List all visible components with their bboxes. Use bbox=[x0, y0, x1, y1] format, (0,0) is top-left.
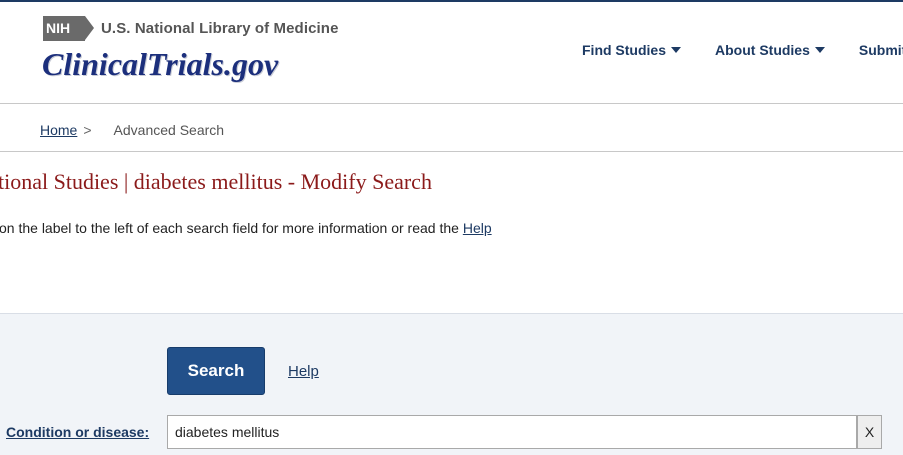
breadcrumb-divider bbox=[0, 151, 903, 152]
main-nav: Find Studies About Studies Submit bbox=[582, 42, 903, 58]
condition-input[interactable]: diabetes mellitus bbox=[167, 415, 857, 449]
top-border bbox=[0, 0, 903, 2]
clinicaltrials-logo[interactable]: ClinicalTrials.gov bbox=[42, 46, 278, 83]
condition-label[interactable]: Condition or disease: bbox=[6, 424, 149, 440]
header-divider bbox=[0, 103, 903, 104]
clear-condition-button[interactable]: X bbox=[857, 415, 882, 449]
nih-nlm-logo[interactable]: NIH U.S. National Library of Medicine bbox=[43, 16, 339, 41]
instruction-body: on the label to the left of each search … bbox=[0, 220, 463, 236]
instruction-text: on the label to the left of each search … bbox=[0, 220, 492, 236]
breadcrumb-current: Advanced Search bbox=[113, 122, 225, 138]
nih-badge-icon: NIH bbox=[43, 16, 94, 41]
panel-help-link[interactable]: Help bbox=[288, 363, 319, 380]
nav-about-studies[interactable]: About Studies bbox=[715, 42, 825, 58]
nav-submit[interactable]: Submit bbox=[859, 42, 903, 58]
nav-find-studies[interactable]: Find Studies bbox=[582, 42, 681, 58]
nav-find-studies-label: Find Studies bbox=[582, 42, 666, 58]
nlm-text: U.S. National Library of Medicine bbox=[101, 20, 339, 37]
nav-submit-label: Submit bbox=[858, 42, 903, 58]
breadcrumb: Home > Advanced Search bbox=[40, 122, 224, 138]
search-button[interactable]: Search bbox=[167, 347, 265, 395]
breadcrumb-separator: > bbox=[83, 122, 92, 138]
page-title: tional Studies | diabetes mellitus - Mod… bbox=[0, 169, 432, 194]
caret-down-icon bbox=[671, 47, 681, 53]
breadcrumb-home-link[interactable]: Home bbox=[40, 122, 77, 138]
nav-about-studies-label: About Studies bbox=[715, 42, 810, 58]
caret-down-icon bbox=[814, 47, 825, 53]
instruction-help-link[interactable]: Help bbox=[463, 220, 492, 236]
